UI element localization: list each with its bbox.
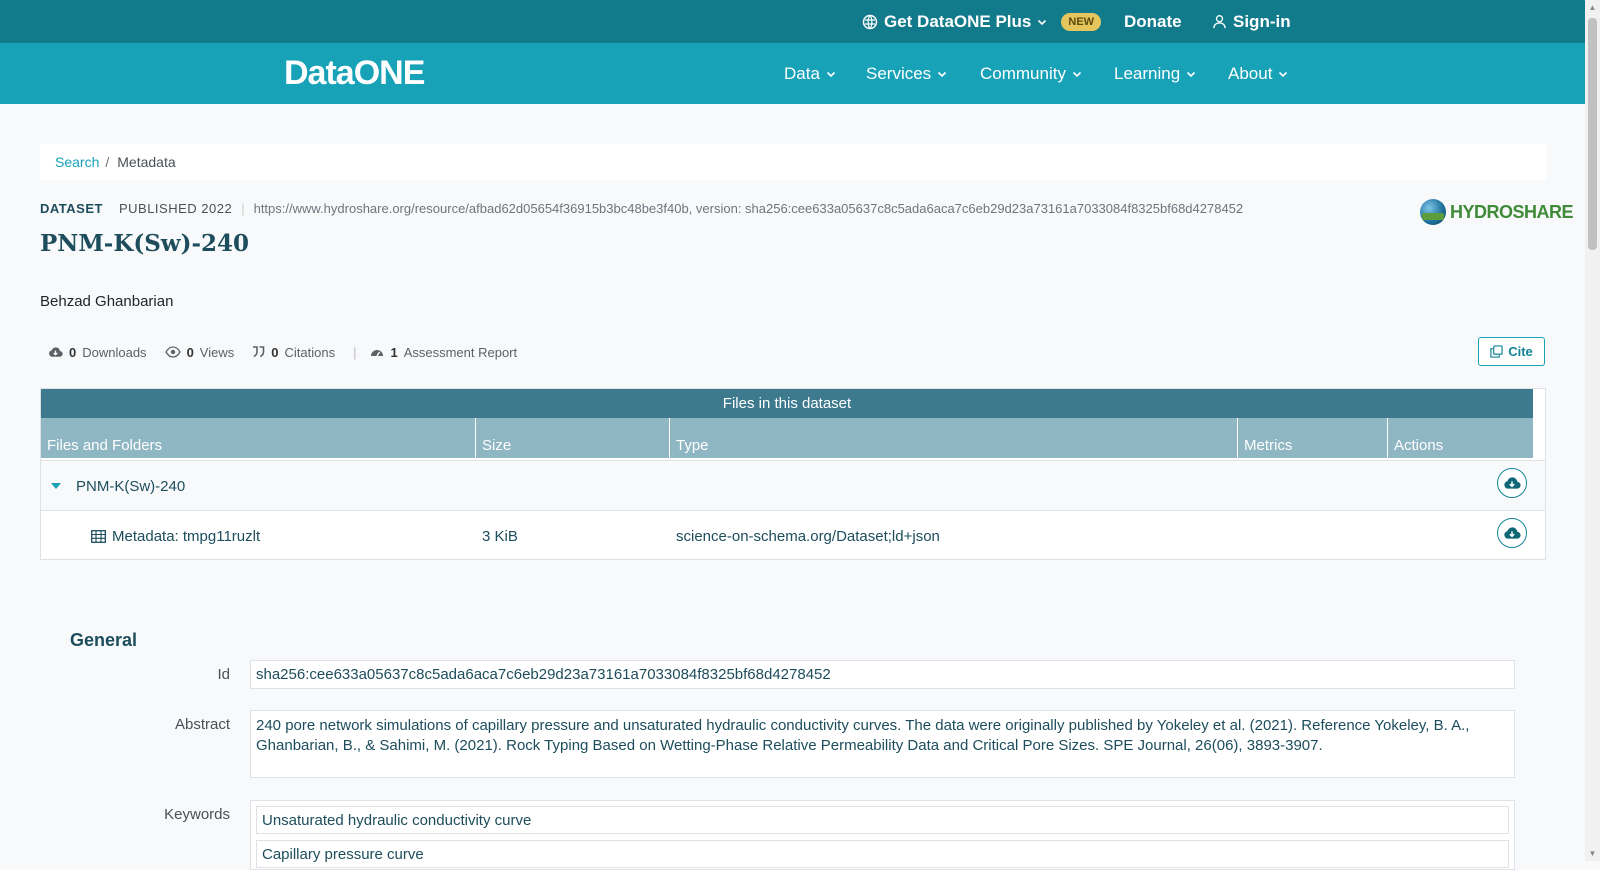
id-label: Id bbox=[217, 666, 230, 683]
breadcrumb: Search / Metadata bbox=[40, 144, 1546, 180]
nav-data-label: Data bbox=[784, 63, 820, 83]
views-count: 0 bbox=[186, 344, 194, 360]
dataset-identifier: https://www.hydroshare.org/resource/afba… bbox=[253, 200, 1244, 216]
get-dataone-plus-label: Get DataONE Plus bbox=[884, 11, 1032, 31]
abstract-label: Abstract bbox=[174, 716, 230, 733]
chevron-down-icon bbox=[1038, 19, 1047, 25]
cloud-download-icon bbox=[1504, 527, 1521, 539]
views-label: Views bbox=[199, 344, 235, 360]
id-value: sha256:cee633a05637c8c5ada6aca7c6eb29d23… bbox=[250, 660, 1515, 689]
copy-icon bbox=[1490, 345, 1503, 358]
cloud-download-icon bbox=[49, 347, 63, 357]
hydroshare-logo[interactable]: HYDROSHARE bbox=[1420, 199, 1574, 225]
nav-learning-label: Learning bbox=[1114, 63, 1181, 83]
chevron-down-icon bbox=[826, 71, 835, 77]
dataset-stats: 0 Downloads 0 Views 0 Citations | 1 Asse… bbox=[48, 342, 535, 362]
column-size[interactable]: Size bbox=[476, 418, 670, 458]
nav-community-label: Community bbox=[980, 63, 1066, 83]
abstract-value: 240 pore network simulations of capillar… bbox=[250, 710, 1515, 778]
collapse-toggle[interactable] bbox=[51, 461, 61, 511]
downloads-stat: 0 Downloads bbox=[48, 345, 147, 360]
assessment-report-stat[interactable]: 1 Assessment Report bbox=[370, 345, 517, 360]
file-name-cell[interactable]: Metadata: tmpg11ruzlt bbox=[91, 511, 260, 561]
table-row: Metadata: tmpg11ruzlt 3 KiB science-on-s… bbox=[41, 510, 1545, 560]
table-icon bbox=[91, 529, 106, 543]
folder-name[interactable]: PNM-K(Sw)-240 bbox=[76, 461, 185, 511]
keywords-list: Unsaturated hydraulic conductivity curve… bbox=[250, 800, 1515, 870]
files-table-columns: Files and Folders Size Type Metrics Acti… bbox=[41, 418, 1533, 458]
views-stat: 0 Views bbox=[164, 344, 235, 360]
citations-count: 0 bbox=[271, 344, 279, 360]
meta-divider: | bbox=[241, 200, 245, 216]
column-files-and-folders[interactable]: Files and Folders bbox=[41, 418, 476, 458]
keywords-label: Keywords bbox=[164, 806, 230, 823]
dataset-author[interactable]: Behzad Ghanbarian bbox=[40, 293, 173, 310]
files-table: Files in this dataset Files and Folders … bbox=[40, 388, 1546, 560]
chevron-down-icon bbox=[938, 71, 947, 77]
breadcrumb-separator: / bbox=[105, 154, 110, 170]
quote-icon bbox=[253, 346, 265, 358]
dataset-title: PNM-K(Sw)-240 bbox=[40, 230, 250, 257]
sign-in-link[interactable]: Sign-in bbox=[1212, 0, 1291, 43]
cloud-download-icon bbox=[1504, 477, 1521, 489]
citations-label: Citations bbox=[284, 344, 336, 360]
download-file-button[interactable] bbox=[1497, 518, 1527, 548]
hydroshare-logo-text: HYDROSHARE bbox=[1450, 201, 1574, 222]
top-utility-bar: Get DataONE Plus NEW Donate Sign-in bbox=[0, 0, 1585, 43]
column-type[interactable]: Type bbox=[670, 418, 1238, 458]
cite-button[interactable]: Cite bbox=[1478, 337, 1545, 366]
download-folder-button[interactable] bbox=[1497, 468, 1527, 498]
logo-text: DataONE bbox=[284, 53, 425, 92]
user-icon bbox=[1213, 15, 1226, 29]
cite-button-label: Cite bbox=[1508, 344, 1533, 359]
files-table-heading: Files in this dataset bbox=[41, 389, 1533, 418]
eye-icon bbox=[164, 346, 181, 358]
nav-community[interactable]: Community bbox=[980, 43, 1082, 104]
table-row: PNM-K(Sw)-240 bbox=[41, 460, 1545, 510]
dataset-type-label: DATASET bbox=[40, 200, 103, 216]
assessment-label: Assessment Report bbox=[403, 344, 518, 360]
downloads-label: Downloads bbox=[82, 344, 147, 360]
chevron-down-icon bbox=[1279, 71, 1288, 77]
nav-about[interactable]: About bbox=[1228, 43, 1288, 104]
general-section-heading: General bbox=[70, 630, 138, 650]
breadcrumb-search-link[interactable]: Search bbox=[55, 154, 99, 170]
caret-down-icon bbox=[51, 483, 61, 489]
scroll-up-arrow-icon[interactable]: ▲ bbox=[1588, 3, 1597, 12]
breadcrumb-current: Metadata bbox=[117, 154, 176, 170]
hydroshare-globe-icon bbox=[1420, 199, 1446, 225]
file-name: Metadata: tmpg11ruzlt bbox=[112, 527, 261, 545]
chevron-down-icon bbox=[1072, 71, 1082, 77]
nav-learning[interactable]: Learning bbox=[1114, 43, 1196, 104]
globe-icon bbox=[862, 14, 878, 29]
get-dataone-plus-menu[interactable]: Get DataONE Plus NEW bbox=[862, 0, 1102, 43]
main-navbar: DataONE Data Services Community Learning… bbox=[0, 43, 1585, 104]
sign-in-label: Sign-in bbox=[1233, 11, 1291, 31]
keyword-item: Unsaturated hydraulic conductivity curve bbox=[256, 806, 1509, 834]
keyword-item: Capillary pressure curve bbox=[256, 840, 1509, 868]
assessment-count: 1 bbox=[390, 344, 398, 360]
nav-data[interactable]: Data bbox=[784, 43, 836, 104]
donate-link[interactable]: Donate bbox=[1124, 0, 1182, 43]
nav-services[interactable]: Services bbox=[866, 43, 947, 104]
published-label: PUBLISHED 2022 bbox=[118, 200, 233, 216]
new-badge: NEW bbox=[1061, 12, 1102, 31]
dataone-logo[interactable]: DataONE bbox=[284, 53, 425, 93]
file-type: science-on-schema.org/Dataset;ld+json bbox=[676, 527, 940, 545]
downloads-count: 0 bbox=[69, 344, 77, 360]
scrollbar-thumb[interactable] bbox=[1588, 18, 1597, 250]
scroll-down-arrow-icon[interactable]: ▼ bbox=[1588, 849, 1597, 858]
column-metrics[interactable]: Metrics bbox=[1238, 418, 1388, 458]
citations-stat: 0 Citations bbox=[252, 345, 335, 360]
chevron-down-icon bbox=[1187, 71, 1196, 77]
nav-services-label: Services bbox=[866, 63, 932, 83]
column-actions: Actions bbox=[1394, 437, 1444, 454]
gauge-icon bbox=[371, 350, 384, 357]
dataset-meta-line: DATASET PUBLISHED 2022 | https://www.hyd… bbox=[40, 199, 1243, 217]
file-size: 3 KiB bbox=[482, 527, 518, 545]
page-scrollbar[interactable]: ▲ ▼ bbox=[1585, 0, 1600, 861]
stats-divider: | bbox=[353, 344, 357, 360]
nav-about-label: About bbox=[1228, 63, 1273, 83]
